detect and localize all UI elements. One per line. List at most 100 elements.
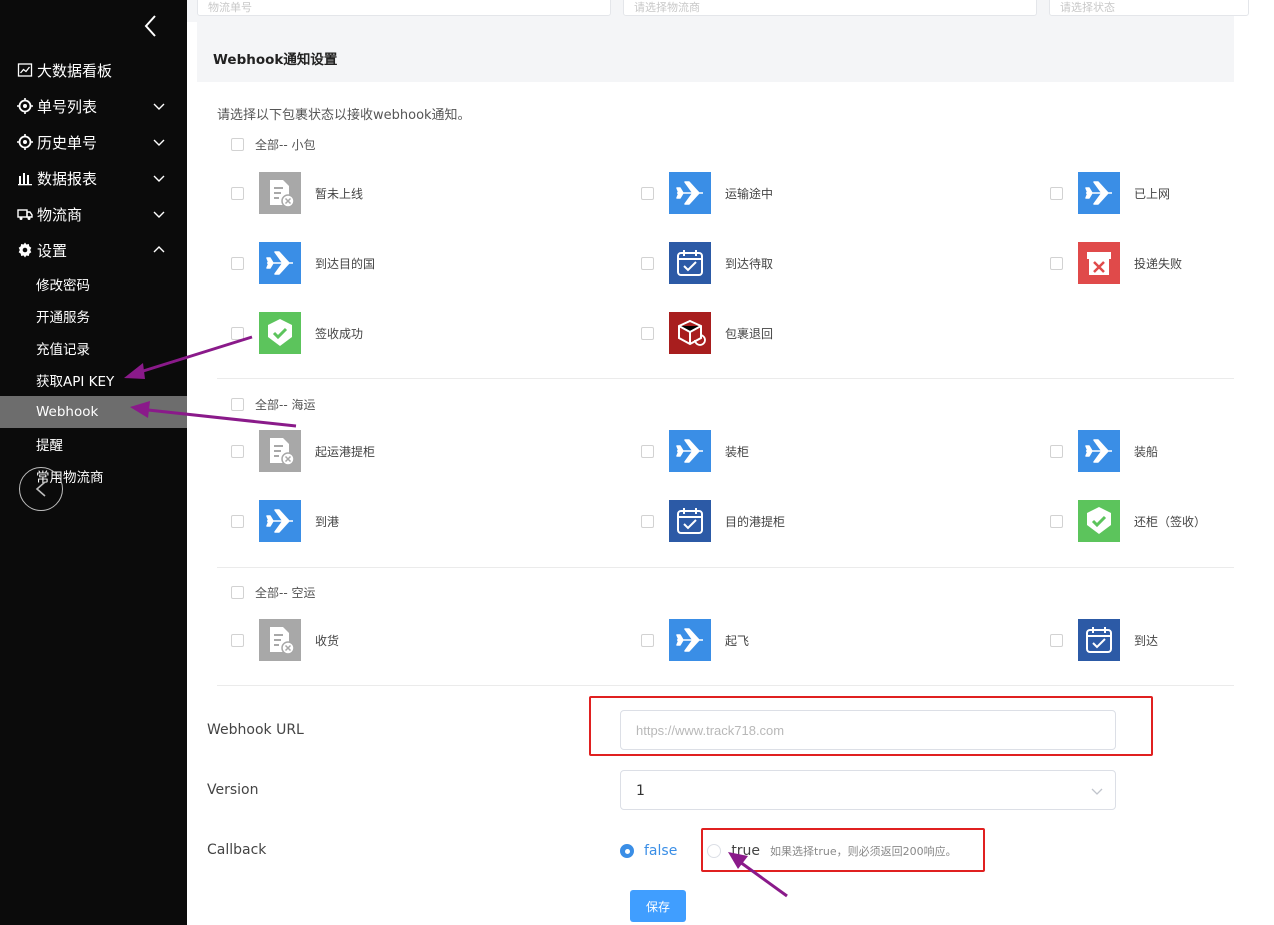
checkbox[interactable] <box>1050 186 1063 200</box>
status-item[interactable]: 起飞 <box>641 619 749 661</box>
sidebar-item-change-password[interactable]: 修改密码 <box>0 268 187 300</box>
document-x-icon <box>259 619 301 661</box>
chevron-down-icon <box>153 103 165 110</box>
status-item[interactable]: 收货 <box>231 619 339 661</box>
sidebar-item-api-key[interactable]: 获取API KEY <box>0 364 187 396</box>
status-item[interactable]: 签收成功 <box>231 312 363 354</box>
target-icon <box>16 97 34 115</box>
document-x-icon <box>259 172 301 214</box>
checkbox[interactable] <box>231 326 244 340</box>
radio-dot-selected[interactable] <box>620 844 634 858</box>
status-label: 起飞 <box>725 633 750 648</box>
status-label: 暂未上线 <box>315 186 364 201</box>
callback-label: Callback <box>207 842 267 858</box>
status-item[interactable]: 运输途中 <box>641 172 773 214</box>
status-item[interactable]: 投递失败 <box>1050 242 1182 284</box>
checkbox[interactable] <box>1050 633 1063 647</box>
menu-item-history[interactable]: 历史单号 <box>0 124 187 160</box>
webhook-url-label: Webhook URL <box>207 722 304 738</box>
sidebar-item-open-service[interactable]: 开通服务 <box>0 300 187 332</box>
target-icon <box>16 133 34 151</box>
status-item[interactable]: 装船 <box>1050 430 1158 472</box>
status-label: 到达目的国 <box>315 256 376 271</box>
checkbox[interactable] <box>1050 256 1063 270</box>
sidebar-item-recharge-record[interactable]: 充值记录 <box>0 332 187 364</box>
checkbox[interactable] <box>231 398 244 411</box>
menu-item-settings[interactable]: 设置 <box>0 232 187 268</box>
divider <box>217 685 1234 686</box>
status-item[interactable]: 起运港提柜 <box>231 430 375 472</box>
checkbox[interactable] <box>231 633 244 647</box>
save-button[interactable]: 保存 <box>630 890 686 922</box>
checkbox[interactable] <box>641 514 654 528</box>
menu-item-dashboard[interactable]: 大数据看板 <box>0 52 187 88</box>
sidebar-item-reminder[interactable]: 提醒 <box>0 428 187 460</box>
status-label: 到达 <box>1134 633 1159 648</box>
checkbox[interactable] <box>1050 444 1063 458</box>
card-header: Webhook通知设置 <box>197 22 1234 82</box>
checkbox[interactable] <box>641 444 654 458</box>
chevron-up-icon <box>153 246 165 253</box>
chevron-left-icon <box>144 15 156 37</box>
status-item[interactable]: 到达目的国 <box>231 242 375 284</box>
back-circle-button[interactable] <box>19 467 63 511</box>
airplane-icon <box>259 500 301 542</box>
checkbox[interactable] <box>231 138 244 151</box>
menu-item-reports[interactable]: 数据报表 <box>0 160 187 196</box>
gear-icon <box>16 241 34 259</box>
status-item[interactable]: 装柜 <box>641 430 749 472</box>
box-x-icon <box>1078 242 1120 284</box>
card-title: Webhook通知设置 <box>213 52 338 68</box>
airplane-icon <box>669 619 711 661</box>
menu-item-label: 大数据看板 <box>37 61 113 80</box>
checkbox[interactable] <box>641 256 654 270</box>
divider <box>217 567 1234 568</box>
carrier-filter[interactable]: 请选择物流商 <box>623 0 1037 16</box>
checkbox[interactable] <box>641 326 654 340</box>
status-label: 收货 <box>315 633 340 648</box>
status-item[interactable]: 到达 <box>1050 619 1158 661</box>
status-label: 包裹退回 <box>725 326 774 341</box>
status-item[interactable]: 还柜（签收） <box>1050 500 1206 542</box>
collapse-sidebar-button[interactable] <box>140 10 162 42</box>
status-label: 起运港提柜 <box>315 444 376 459</box>
app-root: 大数据看板 单号列表 历史单号 数据报表 物流商 设置 修改密码 开通服务 充值… <box>0 0 1274 925</box>
checkbox[interactable] <box>231 444 244 458</box>
select-all-sea-freight[interactable]: 全部-- 海运 <box>231 396 315 413</box>
checkbox[interactable] <box>641 186 654 200</box>
checkbox[interactable] <box>231 186 244 200</box>
sidebar: 大数据看板 单号列表 历史单号 数据报表 物流商 设置 修改密码 开通服务 充值… <box>0 0 187 925</box>
version-select[interactable]: 1 <box>620 770 1116 810</box>
select-all-small-parcel[interactable]: 全部-- 小包 <box>231 136 315 153</box>
status-filter[interactable]: 请选择状态 <box>1049 0 1249 16</box>
menu-item-tracking-list[interactable]: 单号列表 <box>0 88 187 124</box>
version-value: 1 <box>636 783 645 799</box>
sidebar-item-webhook[interactable]: Webhook <box>0 396 187 428</box>
annotation-highlight-callback <box>701 828 985 872</box>
checkbox[interactable] <box>1050 514 1063 528</box>
status-item[interactable]: 目的港提柜 <box>641 500 785 542</box>
airplane-icon <box>669 430 711 472</box>
calendar-check-icon <box>1078 619 1120 661</box>
select-all-air-freight[interactable]: 全部-- 空运 <box>231 584 315 601</box>
tracking-number-filter[interactable]: 物流单号 <box>197 0 611 16</box>
airplane-icon <box>1078 430 1120 472</box>
callback-false-radio[interactable]: false <box>620 843 677 859</box>
checkbox[interactable] <box>231 514 244 528</box>
chevron-left-icon <box>35 481 46 497</box>
checkbox[interactable] <box>231 586 244 599</box>
checkbox[interactable] <box>231 256 244 270</box>
version-label: Version <box>207 782 259 798</box>
status-item[interactable]: 到港 <box>231 500 339 542</box>
menu-item-carriers[interactable]: 物流商 <box>0 196 187 232</box>
status-item[interactable]: 到达待取 <box>641 242 773 284</box>
chart-line-icon <box>16 61 34 79</box>
checkbox[interactable] <box>641 633 654 647</box>
status-item[interactable]: 暂未上线 <box>231 172 363 214</box>
status-item[interactable]: 包裹退回 <box>641 312 773 354</box>
status-label: 已上网 <box>1134 186 1171 201</box>
status-label: 投递失败 <box>1134 256 1183 271</box>
status-item[interactable]: 已上网 <box>1050 172 1170 214</box>
menu-item-label: 单号列表 <box>37 97 98 116</box>
calendar-check-icon <box>669 500 711 542</box>
